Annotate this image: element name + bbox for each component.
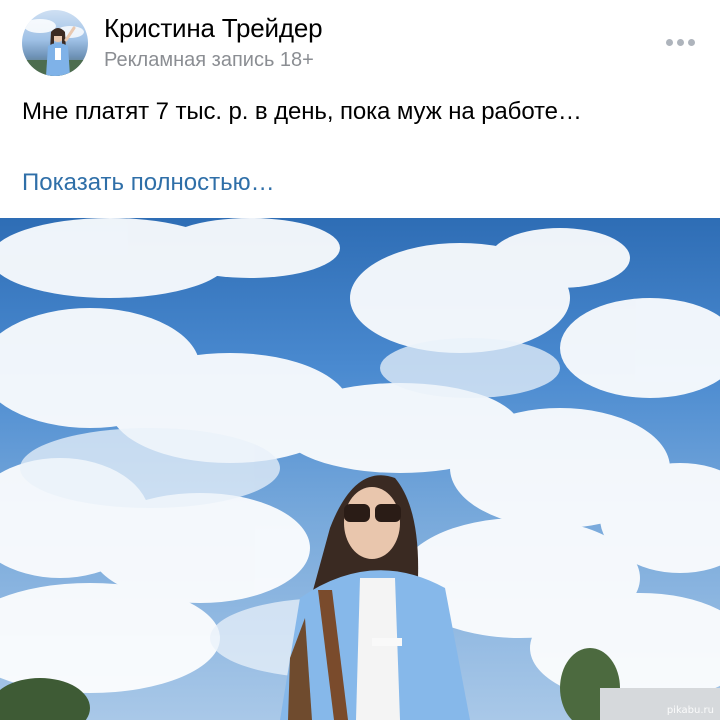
ad-label: Рекламная запись 18+ [104,49,314,71]
post-header: Кристина Трейдер Рекламная запись 18+ [0,0,720,85]
more-dots-icon [687,38,695,46]
post-text: Мне платят 7 тыс. р. в день, пока муж на… [22,98,582,125]
author-avatar[interactable] [22,10,88,76]
more-dots-icon [676,38,684,46]
post-photo[interactable]: pikabu.ru [0,218,720,720]
photo-scene [0,218,720,720]
watermark: pikabu.ru [666,705,714,716]
author-name[interactable]: Кристина Трейдер [104,13,323,44]
show-more-link[interactable]: Показать полностью… [22,169,275,197]
more-dots-icon [665,38,673,46]
more-options-button[interactable] [658,30,702,54]
ad-post-card: Кристина Трейдер Рекламная запись 18+ Мн… [0,0,720,720]
